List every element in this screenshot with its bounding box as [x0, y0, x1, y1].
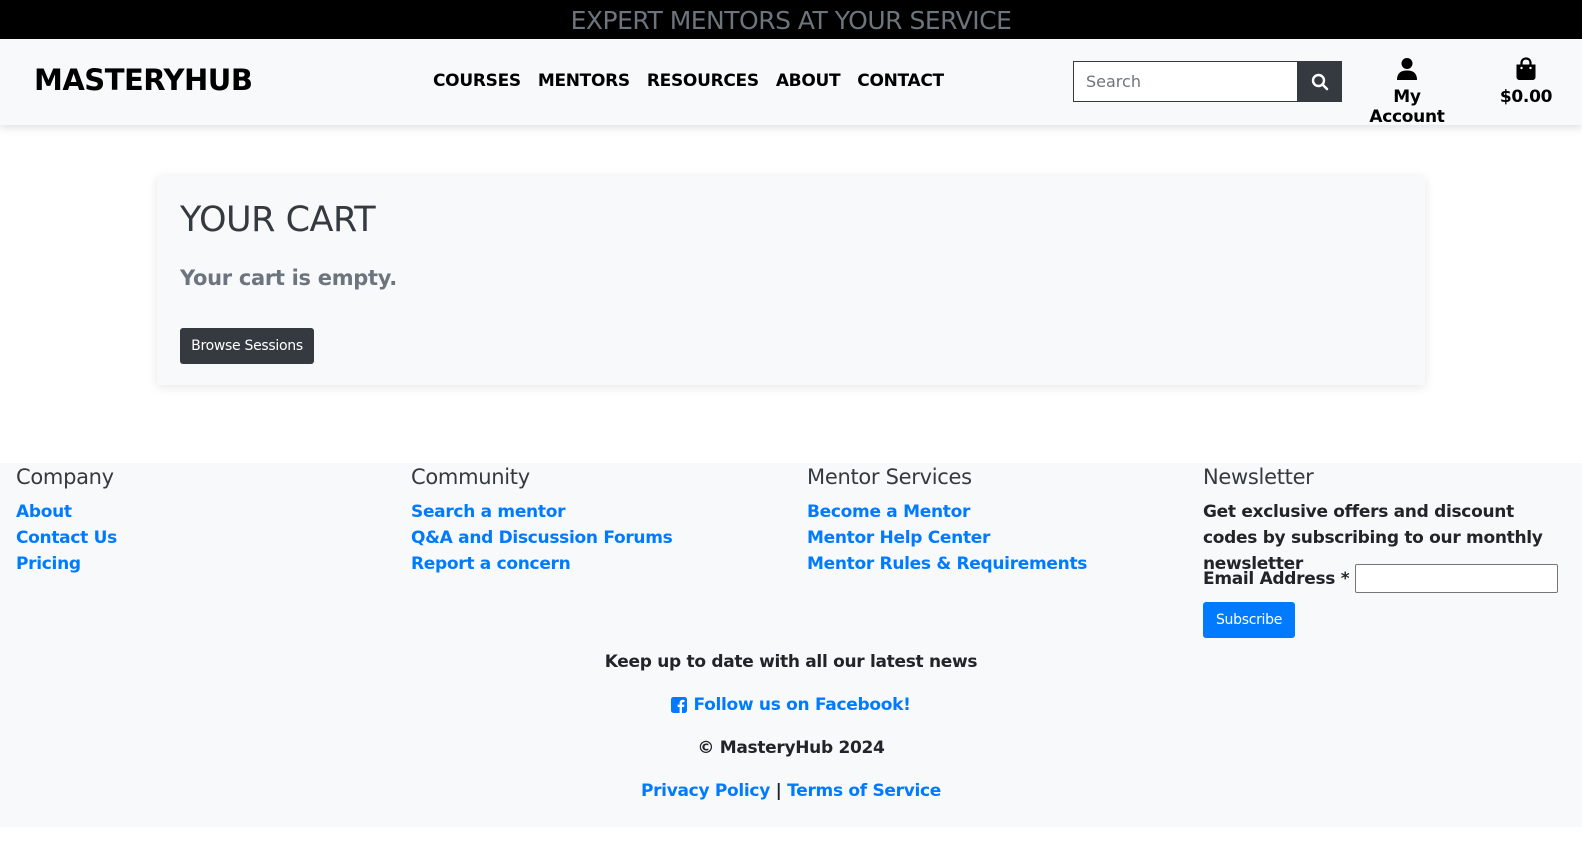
facebook-row: Follow us on Facebook!: [0, 695, 1582, 718]
page-title: YOUR CART: [180, 200, 376, 240]
footer-heading-mentor-services: Mentor Services: [807, 465, 972, 489]
footer-link-become-mentor[interactable]: Become a Mentor: [807, 499, 1087, 525]
footer-heading-community: Community: [411, 465, 530, 489]
cart-card: YOUR CART Your cart is empty. Browse Ses…: [157, 176, 1425, 385]
email-row: Email Address *: [1203, 564, 1559, 593]
site-logo[interactable]: MASTERYHUB: [34, 63, 253, 97]
shopping-bag-icon: [1516, 57, 1536, 80]
footer-link-forums[interactable]: Q&A and Discussion Forums: [411, 525, 673, 551]
footer-link-contact-us[interactable]: Contact Us: [16, 525, 117, 551]
footer-link-report-concern[interactable]: Report a concern: [411, 551, 672, 577]
footer-heading-company: Company: [16, 465, 114, 489]
footer: Company About Contact Us Pricing Communi…: [0, 463, 1582, 827]
facebook-icon: [671, 697, 688, 713]
copyright: © MasteryHub 2024: [697, 738, 885, 758]
user-icon: [1397, 58, 1417, 80]
facebook-link[interactable]: Follow us on Facebook!: [671, 695, 911, 715]
empty-cart-message: Your cart is empty.: [180, 266, 397, 290]
nav-about[interactable]: ABOUT: [776, 71, 841, 91]
footer-link-mentor-help[interactable]: Mentor Help Center: [807, 525, 1087, 551]
legal-links: Privacy Policy | Terms of Service: [0, 781, 1582, 801]
footer-link-pricing[interactable]: Pricing: [16, 551, 117, 577]
subscribe-button[interactable]: Subscribe: [1203, 602, 1295, 638]
top-banner: EXPERT MENTORS AT YOUR SERVICE: [0, 0, 1582, 39]
footer-link-about[interactable]: About: [16, 499, 117, 525]
nav-contact[interactable]: CONTACT: [857, 71, 944, 91]
nav-resources[interactable]: RESOURCES: [647, 71, 759, 91]
facebook-label: Follow us on Facebook!: [693, 695, 911, 715]
footer-mentor-services: Mentor Services Become a Mentor Mentor H…: [807, 463, 1087, 577]
terms-of-service-link[interactable]: Terms of Service: [787, 781, 941, 801]
account-label: My Account: [1369, 87, 1445, 127]
footer-link-mentor-rules[interactable]: Mentor Rules & Requirements: [807, 551, 1087, 577]
navbar: MASTERYHUB COURSES MENTORS RESOURCES ABO…: [0, 39, 1582, 127]
footer-link-search-mentor[interactable]: Search a mentor: [411, 499, 672, 525]
browse-sessions-button[interactable]: Browse Sessions: [180, 328, 314, 364]
banner-text: EXPERT MENTORS AT YOUR SERVICE: [570, 6, 1012, 35]
footer-newsletter: Newsletter Get exclusive offers and disc…: [1203, 463, 1578, 643]
footer-community: Community Search a mentor Q&A and Discus…: [411, 463, 673, 577]
main-nav: COURSES MENTORS RESOURCES ABOUT CONTACT: [433, 71, 944, 91]
email-label: Email Address *: [1203, 568, 1350, 589]
privacy-policy-link[interactable]: Privacy Policy: [641, 781, 770, 801]
search-input[interactable]: [1073, 61, 1298, 102]
cart-link[interactable]: $0.00: [1496, 57, 1556, 107]
footer-heading-newsletter: Newsletter: [1203, 465, 1314, 489]
footer-company: Company About Contact Us Pricing: [16, 463, 117, 577]
nav-mentors[interactable]: MENTORS: [538, 71, 630, 91]
search-icon: [1311, 73, 1328, 90]
email-field[interactable]: [1355, 564, 1559, 593]
legal-separator: |: [775, 781, 782, 801]
cart-total: $0.00: [1499, 87, 1553, 107]
nav-courses[interactable]: COURSES: [433, 71, 521, 91]
search-button[interactable]: [1297, 61, 1342, 102]
news-text: Keep up to date with all our latest news: [604, 652, 978, 672]
my-account-link[interactable]: My Account: [1357, 57, 1457, 127]
